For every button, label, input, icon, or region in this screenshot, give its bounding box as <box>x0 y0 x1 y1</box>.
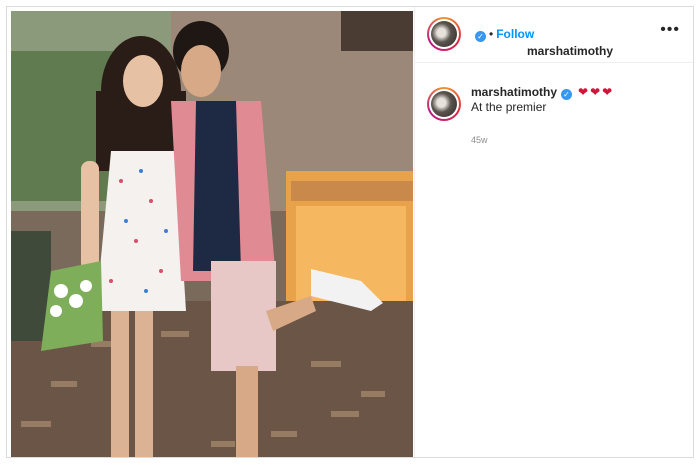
caption-avatar[interactable] <box>427 87 461 121</box>
post-photo[interactable] <box>11 11 413 457</box>
post-photo-illustration <box>11 11 413 457</box>
caption-user-line: marshatimothy ✓ ❤❤❤ <box>471 83 614 101</box>
caption-block: marshatimothy ✓ ❤❤❤ At the premier 45w <box>415 63 693 145</box>
header-user-line: marshatimothy ✓ • Follow <box>471 25 613 58</box>
post-header: marshatimothy ✓ • Follow ••• <box>415 7 693 63</box>
verified-badge-icon: ✓ <box>475 31 486 42</box>
avatar[interactable] <box>427 17 461 51</box>
follow-button[interactable]: Follow <box>496 27 534 41</box>
instagram-post-embed: marshatimothy ✓ • Follow ••• marshatimothy ✓… <box>6 6 694 458</box>
verified-badge-icon: ✓ <box>561 89 573 100</box>
caption-username[interactable]: marshatimothy <box>471 85 557 99</box>
caption-text: At the premier <box>471 100 547 114</box>
heart-emoji-icon: ❤❤❤ <box>578 85 615 99</box>
post-sidebar: marshatimothy ✓ • Follow ••• marshatimothy ✓… <box>414 7 693 457</box>
more-options-icon[interactable]: ••• <box>660 21 680 39</box>
separator-dot: • <box>489 27 494 41</box>
post-timestamp[interactable]: 45w <box>471 135 488 145</box>
header-username[interactable]: marshatimothy <box>527 44 613 58</box>
